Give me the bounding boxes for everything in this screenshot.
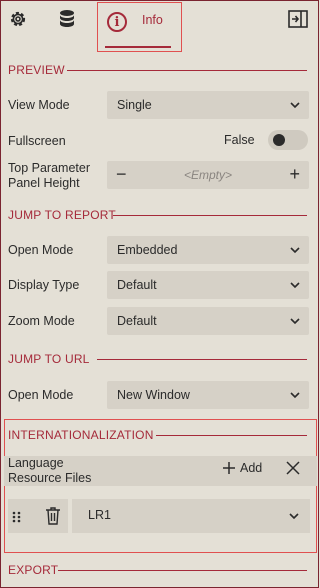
url-open-mode-select[interactable]: New Window: [107, 381, 309, 409]
stepper-value[interactable]: <Empty>: [107, 168, 309, 182]
zoom-mode-select[interactable]: Default: [107, 307, 309, 335]
top-parameter-panel-height-label: Top Parameter Panel Height: [8, 161, 90, 191]
section-jump-to-url-header: JUMP TO URL: [8, 352, 90, 366]
chevron-down-icon: [290, 247, 300, 254]
divider: [67, 70, 307, 71]
divider: [156, 435, 307, 436]
divider: [68, 499, 72, 533]
top-parameter-panel-height-stepper: − <Empty> +: [107, 161, 309, 189]
resource-file-select[interactable]: LR1: [88, 508, 111, 522]
label-line: Top Parameter: [8, 161, 90, 175]
fullscreen-label: Fullscreen: [8, 134, 66, 148]
chevron-down-icon[interactable]: [288, 510, 300, 522]
display-type-select[interactable]: Default: [107, 271, 309, 299]
zoom-mode-value: Default: [117, 314, 157, 328]
info-icon: i: [107, 12, 127, 32]
divider: [58, 570, 307, 571]
section-preview-header: PREVIEW: [8, 63, 65, 77]
chevron-down-icon: [290, 282, 300, 289]
database-icon[interactable]: [57, 9, 77, 29]
add-button[interactable]: Add: [223, 461, 262, 475]
plus-icon: [223, 462, 235, 474]
fullscreen-value: False: [224, 133, 255, 147]
tab-info[interactable]: i Info: [97, 2, 182, 52]
trash-icon[interactable]: [45, 507, 61, 525]
label-line: Resource Files: [8, 471, 92, 485]
view-mode-value: Single: [117, 98, 152, 112]
increment-button[interactable]: +: [289, 164, 300, 185]
view-mode-select[interactable]: Single: [107, 91, 309, 119]
url-open-mode-label: Open Mode: [8, 388, 74, 402]
chevron-down-icon: [290, 392, 300, 399]
divider: [97, 359, 307, 360]
language-resource-files-label: Language Resource Files: [8, 456, 91, 486]
label-line: Language: [8, 456, 64, 470]
toggle-knob: [273, 134, 285, 146]
label-line: Panel Height: [8, 176, 80, 190]
open-mode-label: Open Mode: [8, 243, 74, 257]
tab-info-label: Info: [142, 13, 163, 27]
open-mode-select[interactable]: Embedded: [107, 236, 309, 264]
gear-icon[interactable]: [8, 9, 28, 29]
zoom-mode-label: Zoom Mode: [8, 314, 75, 328]
display-type-value: Default: [117, 278, 157, 292]
fullscreen-toggle[interactable]: [268, 130, 308, 150]
view-mode-label: View Mode: [8, 98, 70, 112]
section-export-header: EXPORT: [8, 563, 59, 577]
open-mode-value: Embedded: [117, 243, 178, 257]
tab-bar: i Info: [1, 1, 318, 52]
active-tab-indicator: [105, 46, 171, 48]
close-icon[interactable]: [285, 460, 301, 476]
collapse-panel-icon[interactable]: [288, 9, 308, 29]
drag-handle-icon[interactable]: [12, 511, 22, 523]
section-internationalization-header: INTERNATIONALIZATION: [8, 428, 154, 442]
divider: [113, 215, 307, 216]
properties-panel: i Info PREVIEW View Mode Single Fullscre…: [0, 0, 319, 588]
url-open-mode-value: New Window: [117, 388, 190, 402]
display-type-label: Display Type: [8, 278, 80, 292]
chevron-down-icon: [290, 318, 300, 325]
chevron-down-icon: [290, 102, 300, 109]
add-label: Add: [240, 461, 263, 475]
section-jump-to-report-header: JUMP TO REPORT: [8, 208, 116, 222]
